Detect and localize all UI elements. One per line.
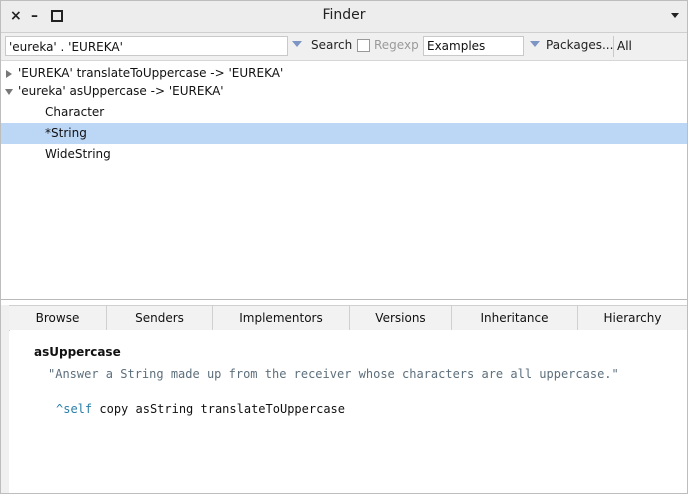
tree-row-label: 'eureka' asUppercase -> 'EUREKA'	[18, 84, 224, 98]
pane-splitter[interactable]	[1, 305, 9, 493]
results-tree[interactable]: 'EUREKA' translateToUppercase -> 'EUREKA…	[1, 61, 687, 300]
search-history-dropdown-icon[interactable]	[292, 41, 302, 47]
tab-browse[interactable]: Browse	[9, 306, 107, 330]
tree-row[interactable]: WideString	[1, 144, 687, 165]
tree-row-label: WideString	[45, 147, 111, 161]
finder-window: × – Finder 'eureka' . 'EUREKA' Search Re…	[0, 0, 688, 494]
tree-row-label: Character	[45, 105, 105, 119]
expand-arrow-icon[interactable]	[6, 70, 12, 78]
tree-row[interactable]: 'eureka' asUppercase -> 'EUREKA'	[1, 81, 687, 102]
title-bar[interactable]: × – Finder	[1, 1, 687, 33]
source-code-pane[interactable]: asUppercase "Answer a String made up fro…	[10, 330, 687, 493]
method-statement: ^self copy asString translateToUppercase	[56, 402, 345, 416]
packages-button[interactable]: Packages...	[546, 38, 613, 52]
search-mode-select[interactable]: Examples	[423, 36, 524, 56]
self-keyword: self	[63, 402, 93, 416]
tree-row-label: *String	[45, 126, 87, 140]
tab-senders[interactable]: Senders	[107, 306, 213, 330]
method-comment: "Answer a String made up from the receiv…	[48, 367, 619, 381]
tab-versions[interactable]: Versions	[350, 306, 452, 330]
collapse-arrow-icon[interactable]	[5, 89, 13, 95]
regexp-checkbox[interactable]	[357, 39, 370, 52]
tab-implementors[interactable]: Implementors	[213, 306, 350, 330]
toolbar: 'eureka' . 'EUREKA' Search Regexp Exampl…	[1, 33, 687, 74]
search-mode-dropdown-icon[interactable]	[530, 41, 540, 47]
search-button[interactable]: Search	[311, 38, 352, 52]
tree-row-selected[interactable]: *String	[1, 123, 687, 144]
tab-bar: Browse Senders Implementors Versions Inh…	[9, 305, 687, 331]
tab-hierarchy[interactable]: Hierarchy	[578, 306, 687, 330]
regexp-label: Regexp	[374, 38, 419, 52]
window-title: Finder	[322, 7, 366, 23]
method-selector: asUppercase	[34, 345, 121, 359]
all-packages-button[interactable]: All Packages	[613, 36, 686, 74]
statement-body: copy asString translateToUppercase	[92, 402, 346, 416]
tree-row[interactable]: Character	[1, 102, 687, 123]
tab-inheritance[interactable]: Inheritance	[452, 306, 578, 330]
search-input[interactable]: 'eureka' . 'EUREKA'	[5, 36, 288, 56]
window-menu-icon[interactable]	[671, 13, 679, 18]
